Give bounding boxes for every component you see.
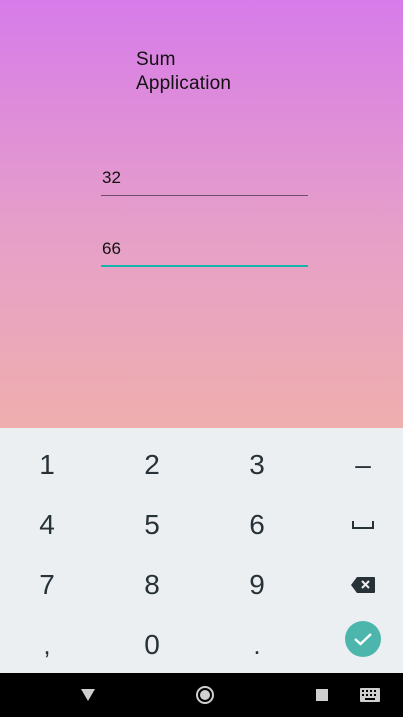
key-backspace[interactable] — [313, 556, 403, 614]
key-minus[interactable]: – — [313, 436, 403, 494]
key-8[interactable]: 8 — [102, 556, 202, 614]
numeric-keyboard: 1 2 3 – 4 5 6 7 8 9 , 0 . — [0, 428, 403, 673]
title-line-2: Application — [136, 73, 232, 94]
title-line-1: Sum — [136, 49, 176, 70]
back-button[interactable] — [58, 673, 118, 717]
keyboard-switch-icon — [360, 688, 380, 702]
number-input-2[interactable]: 66 — [101, 237, 308, 267]
key-9[interactable]: 9 — [207, 556, 307, 614]
done-icon — [345, 621, 381, 657]
number-input-2-value: 66 — [102, 239, 121, 258]
app-screen: Sum Application 32 66 — [0, 0, 403, 428]
number-input-1-value: 32 — [102, 168, 121, 187]
system-navigation-bar — [0, 673, 403, 717]
app-title: Sum Application — [136, 48, 296, 96]
key-2[interactable]: 2 — [102, 436, 202, 494]
key-period[interactable]: . — [207, 616, 307, 674]
key-5[interactable]: 5 — [102, 496, 202, 554]
key-3[interactable]: 3 — [207, 436, 307, 494]
back-icon — [81, 689, 95, 701]
home-icon — [196, 686, 214, 704]
space-icon — [352, 521, 374, 529]
key-space[interactable] — [313, 496, 403, 554]
backspace-icon — [351, 577, 375, 593]
input-underline — [101, 195, 308, 196]
home-button[interactable] — [175, 673, 235, 717]
keyboard-switch-button[interactable] — [340, 673, 400, 717]
input-underline-focused — [101, 265, 308, 267]
key-1[interactable]: 1 — [0, 436, 97, 494]
key-7[interactable]: 7 — [0, 556, 97, 614]
key-done[interactable] — [313, 610, 403, 668]
key-comma[interactable]: , — [0, 616, 97, 674]
number-input-1[interactable]: 32 — [101, 166, 308, 196]
recents-icon — [316, 689, 328, 701]
key-0[interactable]: 0 — [102, 616, 202, 674]
key-6[interactable]: 6 — [207, 496, 307, 554]
key-4[interactable]: 4 — [0, 496, 97, 554]
